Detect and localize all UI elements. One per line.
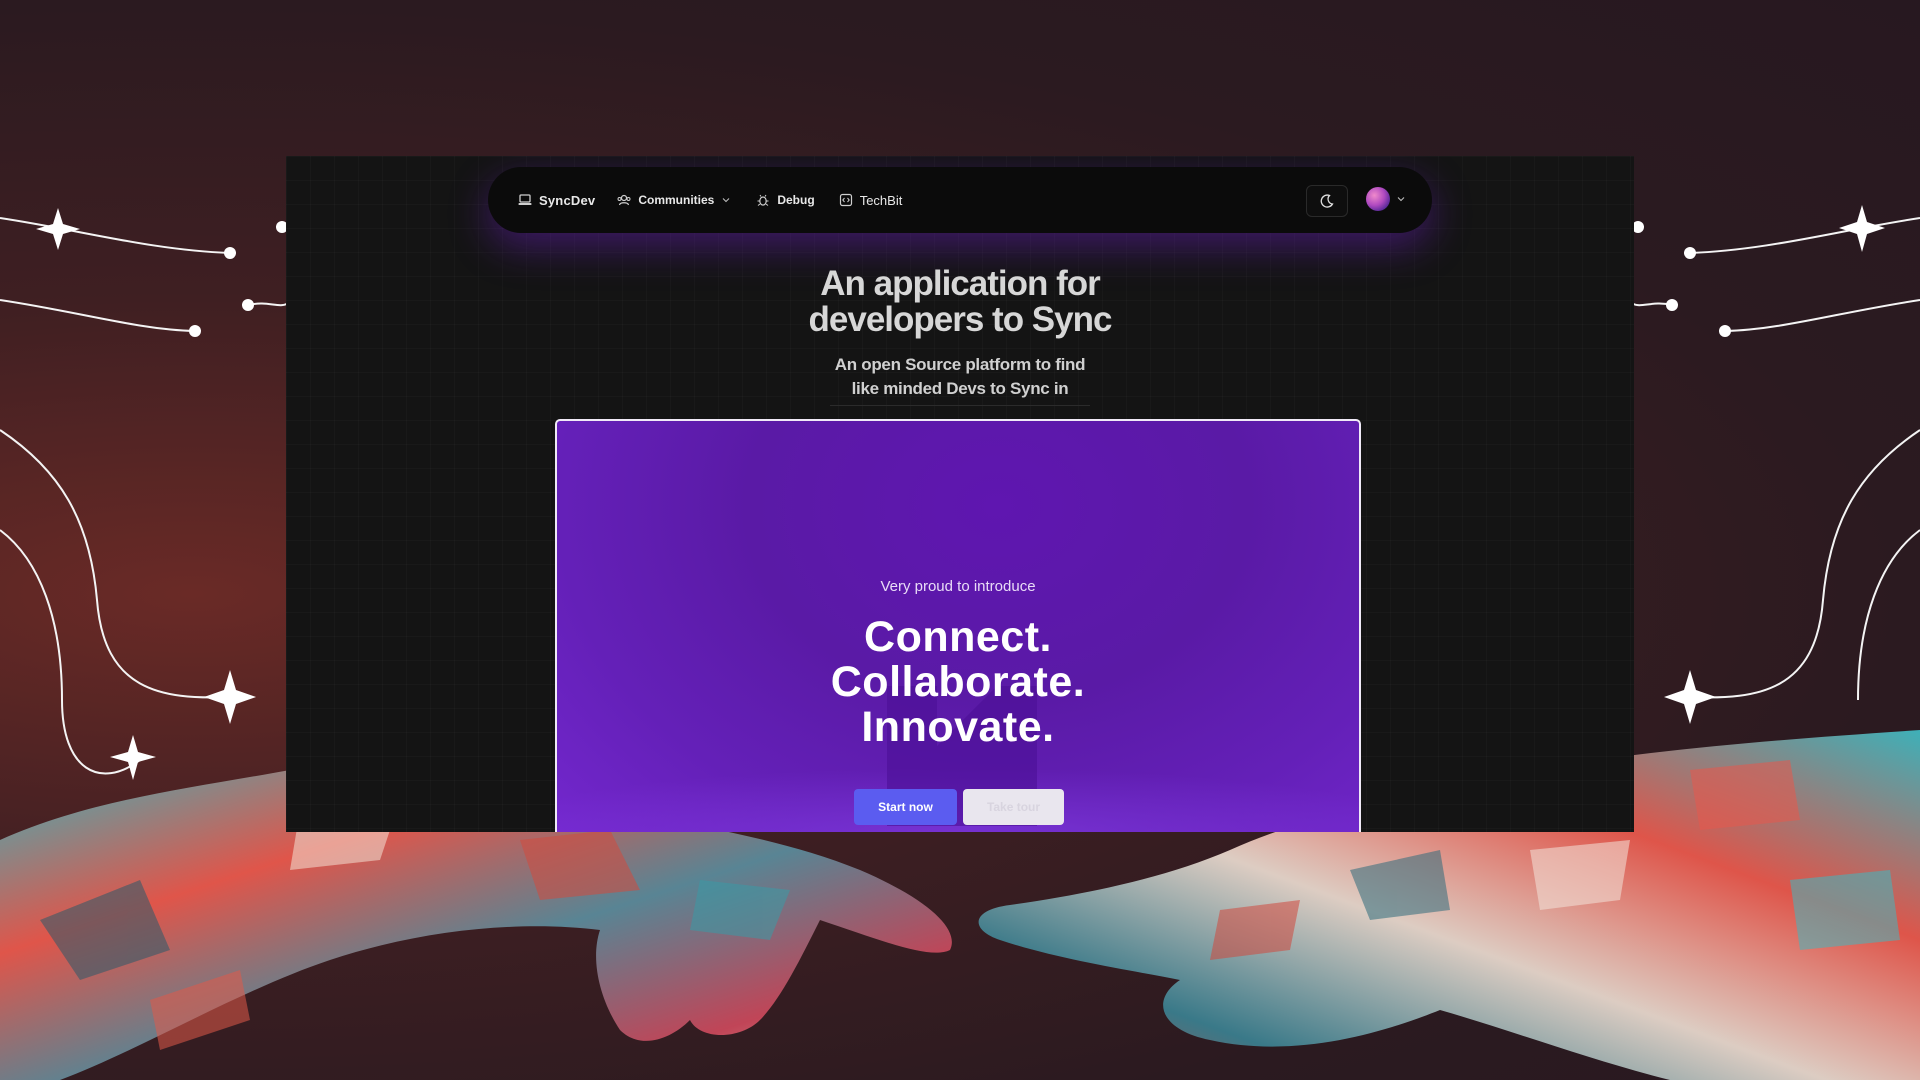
code-icon (839, 193, 852, 207)
nav-debug[interactable]: Debug (756, 193, 815, 207)
nav-techbit-label: TechBit (859, 192, 903, 208)
laptop-icon (518, 194, 532, 205)
take-tour-button[interactable]: Take tour (963, 789, 1064, 825)
nav-communities[interactable]: Communities (617, 193, 730, 207)
hero-subtitle: An open Source platform to find like min… (286, 353, 1634, 401)
hero-title: An application for developers to Sync (286, 266, 1634, 338)
nav-communities-label: Communities (638, 193, 715, 207)
start-now-button[interactable]: Start now (854, 789, 957, 825)
nav-techbit[interactable]: TechBit (839, 192, 903, 208)
avatar (1366, 187, 1390, 211)
intro-text: Very proud to introduce (880, 578, 1036, 595)
brand-link[interactable]: SyncDev (518, 193, 595, 208)
hero-subtitle-line1: An open Source platform to find (834, 355, 1086, 374)
tagline-collaborate: Collaborate. (830, 658, 1086, 706)
hero-title-line2: developers to Sync (808, 300, 1113, 339)
hero-subtitle-line2: like minded Devs to Sync in (851, 379, 1069, 398)
app-window: SyncDev Communities Debug TechBit An app… (286, 156, 1634, 832)
moon-icon (1320, 194, 1334, 208)
chevron-down-icon (1397, 197, 1405, 202)
tagline-connect: Connect. (864, 613, 1052, 661)
nav-debug-label: Debug (777, 193, 815, 207)
chevron-down-icon (722, 198, 730, 203)
showcase-panel: Very proud to introduce Connect. Collabo… (555, 419, 1361, 832)
user-menu[interactable] (1366, 187, 1405, 211)
bug-icon (757, 194, 769, 206)
users-icon (617, 194, 631, 206)
tagline: Connect. Collaborate. Innovate. (557, 615, 1359, 750)
hero-title-line1: An application for (820, 264, 1101, 303)
divider (830, 405, 1090, 406)
navbar: SyncDev Communities Debug TechBit (488, 167, 1432, 233)
theme-toggle-button[interactable] (1306, 185, 1348, 217)
brand-name: SyncDev (539, 192, 596, 208)
tagline-innovate: Innovate. (861, 703, 1055, 751)
